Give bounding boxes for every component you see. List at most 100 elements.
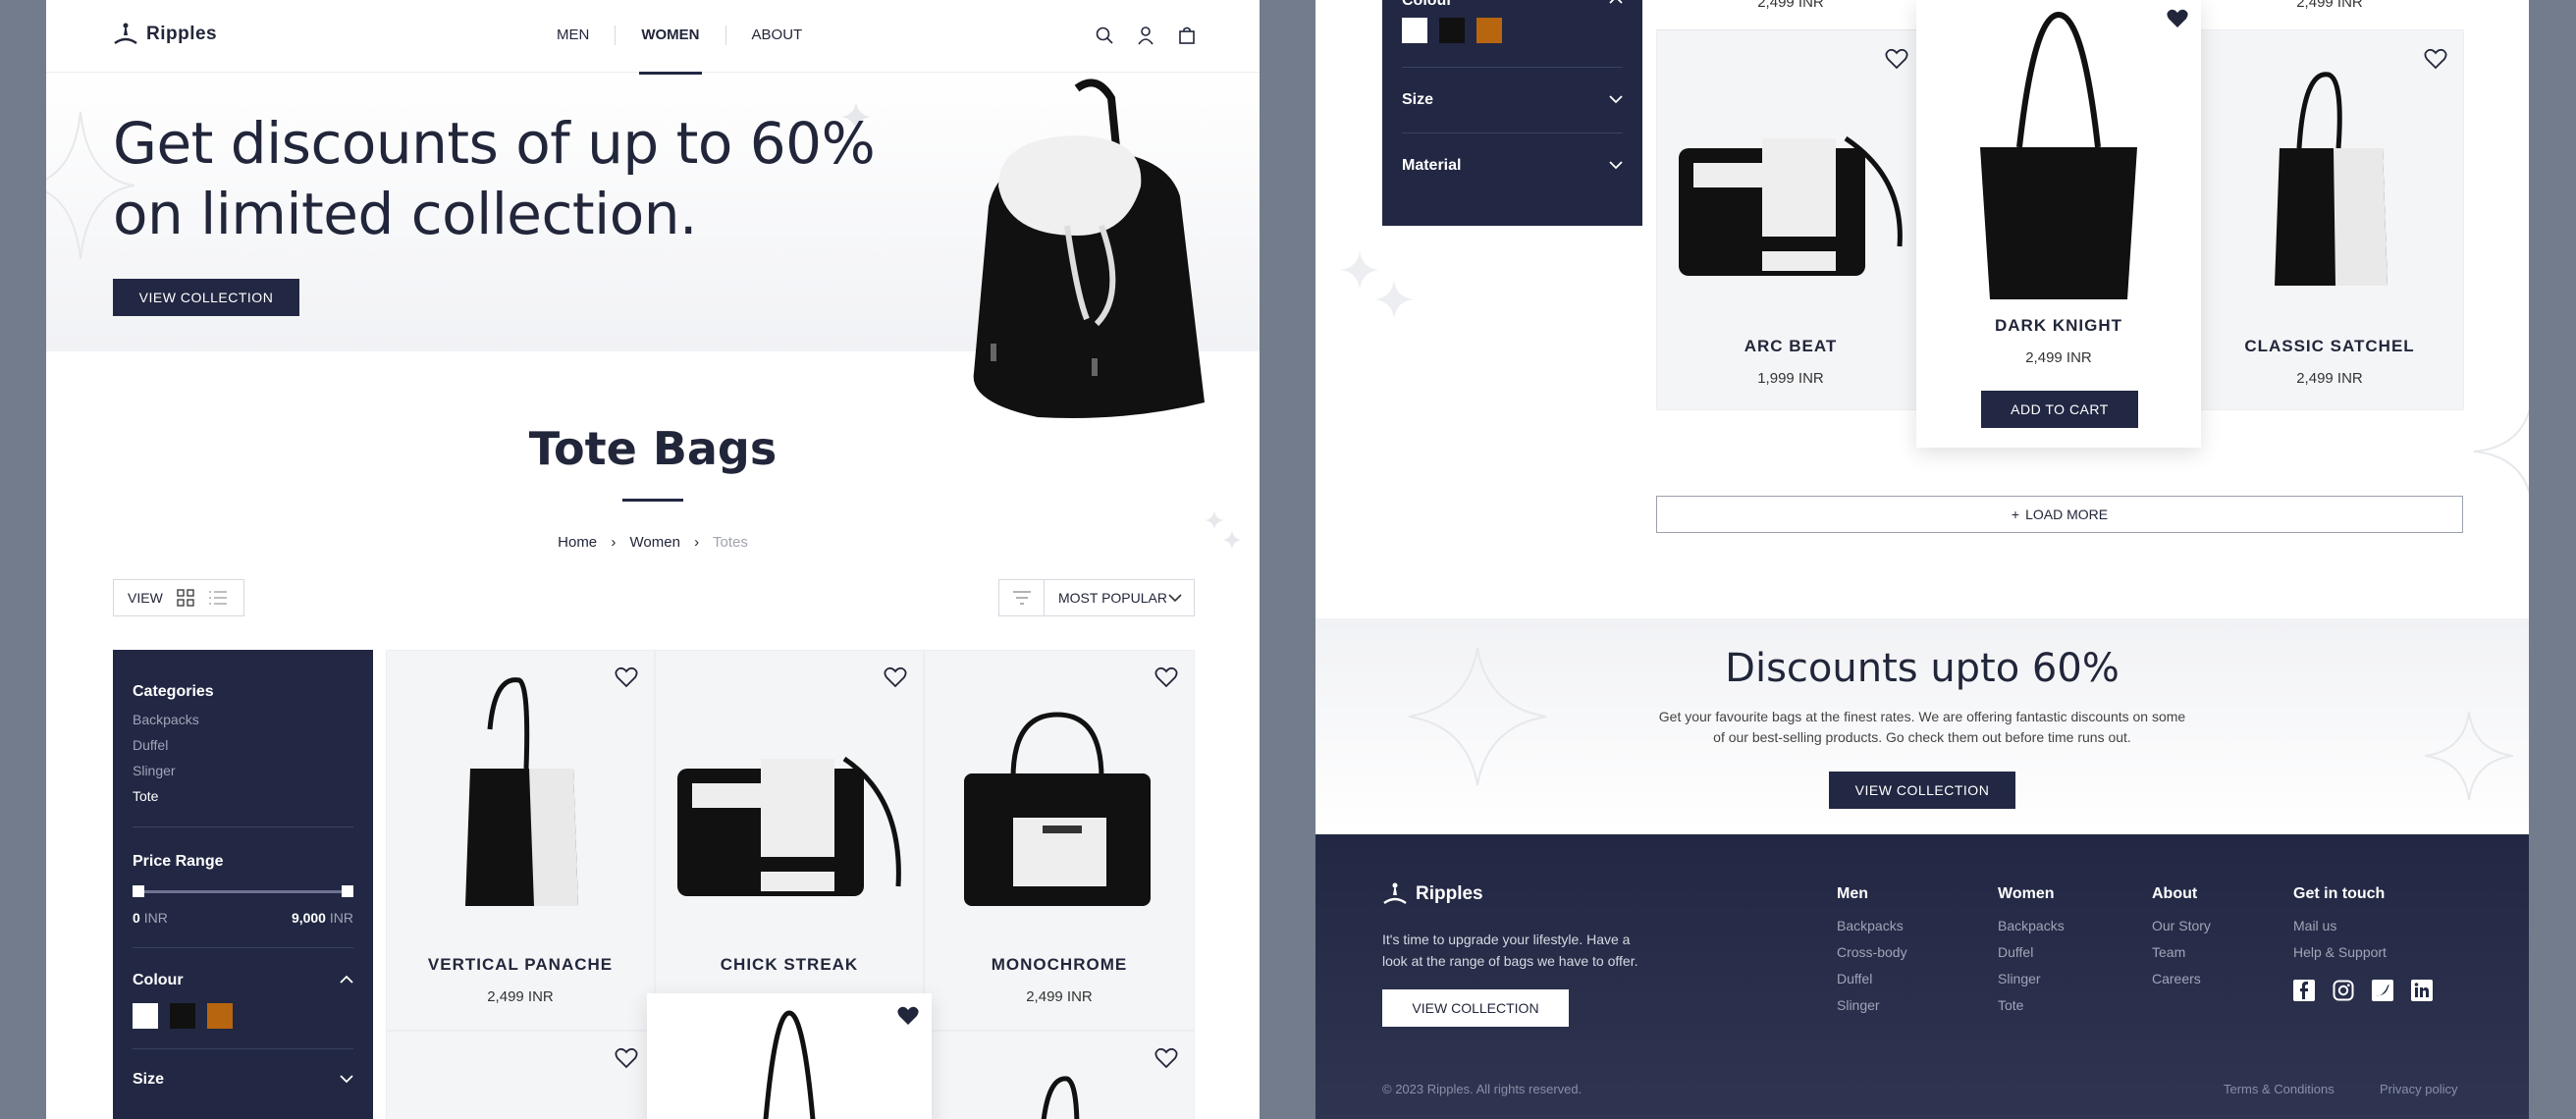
product-card-partial[interactable]	[386, 1031, 655, 1119]
twitter-icon[interactable]	[2372, 980, 2393, 1001]
cart-icon[interactable]	[1177, 26, 1197, 45]
discount-view-collection-button[interactable]: VIEW COLLECTION	[1829, 772, 2015, 809]
nav-women[interactable]: WOMEN	[616, 26, 726, 75]
product-price-partial: 2,499 INR	[2296, 0, 2363, 11]
size-header[interactable]: Size	[133, 1071, 353, 1089]
colour-swatches	[133, 1003, 353, 1029]
category-slinger[interactable]: Slinger	[133, 758, 353, 783]
ripples-logo-icon	[114, 23, 137, 45]
footer-link[interactable]: Help & Support	[2293, 939, 2433, 966]
filter-icon[interactable]	[999, 580, 1045, 615]
breadcrumb-home[interactable]: Home	[558, 534, 597, 551]
price-slider[interactable]	[133, 882, 353, 902]
colour-header[interactable]: Colour	[133, 972, 353, 989]
footer-link[interactable]: Backpacks	[1837, 913, 1907, 939]
price-max: 9,000	[291, 910, 326, 926]
heart-filled-icon[interactable]	[2166, 8, 2189, 29]
discount-title: Discounts upto 60%	[1725, 646, 2120, 691]
swatch-black[interactable]	[1439, 18, 1465, 43]
footer-link[interactable]: Slinger	[1998, 966, 2065, 992]
footer-logo[interactable]: Ripples	[1382, 881, 1483, 907]
product-image	[2275, 72, 2388, 286]
hero-title: Get discounts of up to 60% on limited col…	[113, 108, 898, 249]
product-price-partial: 2,499 INR	[1757, 0, 1824, 11]
colour-swatches	[1402, 18, 1623, 43]
category-tote[interactable]: Tote	[133, 783, 353, 809]
product-card-dark-knight[interactable]: DARK KNIGHT 2,499 INR ADD TO CART	[1916, 0, 2201, 448]
product-card-partial[interactable]	[924, 1031, 1195, 1119]
footer-link[interactable]: Slinger	[1837, 992, 1907, 1019]
colour-header[interactable]: Colour	[1402, 0, 1623, 10]
footer-view-collection-button[interactable]: VIEW COLLECTION	[1382, 989, 1569, 1027]
footer-link[interactable]: Cross-body	[1837, 939, 1907, 966]
load-more-button[interactable]: + LOAD MORE	[1656, 496, 2463, 533]
footer-link[interactable]: Careers	[2152, 966, 2211, 992]
swatch-tan[interactable]	[207, 1003, 233, 1029]
heart-icon[interactable]	[884, 666, 907, 688]
product-card-arc-beat[interactable]: ARC BEAT 1,999 INR	[1656, 29, 1925, 410]
footer-col-title: Get in touch	[2293, 885, 2386, 902]
terms-link[interactable]: Terms & Conditions	[2224, 1082, 2334, 1096]
swatch-white[interactable]	[133, 1003, 158, 1029]
add-to-cart-button[interactable]: ADD TO CART	[1981, 391, 2138, 428]
product-name: CLASSIC SATCHEL	[2244, 337, 2415, 355]
product-card-classic-satchel[interactable]: CLASSIC SATCHEL 2,499 INR	[2195, 29, 2464, 410]
footer-link[interactable]: Backpacks	[1998, 913, 2065, 939]
material-header[interactable]: Material	[1402, 157, 1623, 175]
footer-link[interactable]: Our Story	[2152, 913, 2211, 939]
hero-title-line1: Get discounts of up to 60%	[113, 110, 876, 177]
heart-icon[interactable]	[615, 666, 638, 688]
linkedin-icon[interactable]	[2411, 980, 2433, 1001]
nav-about[interactable]: ABOUT	[726, 26, 829, 45]
heart-icon[interactable]	[2424, 48, 2447, 70]
footer-col-women: Women Backpacks Duffel Slinger Tote	[1998, 885, 2065, 1019]
social-links	[2293, 980, 2433, 1001]
category-backpacks[interactable]: Backpacks	[133, 707, 353, 732]
sparkle-cluster-icon	[1340, 250, 1414, 319]
user-icon[interactable]	[1136, 26, 1155, 45]
product-price: 2,499 INR	[2296, 370, 2363, 387]
brand-logo[interactable]: Ripples	[113, 22, 217, 47]
size-header[interactable]: Size	[1402, 91, 1623, 109]
nav-men[interactable]: MEN	[531, 26, 617, 45]
instagram-icon[interactable]	[2333, 980, 2354, 1001]
footer-link[interactable]: Team	[2152, 939, 2211, 966]
grid-view-icon[interactable]	[177, 589, 194, 607]
sort-dropdown[interactable]: MOST POPULAR	[1045, 590, 1168, 606]
heart-icon[interactable]	[615, 1047, 638, 1069]
list-view-icon[interactable]	[208, 589, 228, 607]
heart-icon[interactable]	[1154, 1047, 1178, 1069]
product-card-chick-streak[interactable]: CHICK STREAK	[655, 650, 924, 1031]
filter-sidebar-continued: Colour Size Material	[1382, 0, 1642, 226]
footer-link[interactable]: Duffel	[1998, 939, 2065, 966]
footer-link[interactable]: Mail us	[2293, 913, 2433, 939]
chevron-down-icon	[1168, 590, 1194, 606]
size-heading: Size	[1402, 91, 1434, 108]
swatch-black[interactable]	[170, 1003, 195, 1029]
price-min-handle[interactable]	[133, 885, 144, 897]
product-price: 2,499 INR	[1026, 988, 1093, 1005]
heart-filled-icon[interactable]	[896, 1005, 920, 1027]
swatch-tan[interactable]	[1476, 18, 1502, 43]
heart-icon[interactable]	[1154, 666, 1178, 688]
price-heading: Price Range	[133, 853, 224, 870]
product-card-hovered[interactable]	[647, 993, 932, 1119]
footer-link[interactable]: Duffel	[1837, 966, 1907, 992]
hero-view-collection-button[interactable]: VIEW COLLECTION	[113, 279, 299, 316]
footer-col-men: Men Backpacks Cross-body Duffel Slinger	[1837, 885, 1907, 1019]
footer-col-title: Women	[1998, 885, 2055, 902]
breadcrumb-women[interactable]: Women	[630, 534, 680, 551]
heart-icon[interactable]	[1885, 48, 1908, 70]
footer-tagline-line1: It's time to upgrade your lifestyle. Hav…	[1382, 932, 1631, 947]
product-card-vertical-panache[interactable]: VERTICAL PANACHE 2,499 INR	[386, 650, 655, 1031]
material-heading: Material	[1402, 157, 1462, 174]
facebook-icon[interactable]	[2293, 980, 2315, 1001]
category-duffel[interactable]: Duffel	[133, 732, 353, 758]
product-card-monochrome[interactable]: MONOCHROME 2,499 INR	[924, 650, 1195, 1031]
footer-link[interactable]: Tote	[1998, 992, 2065, 1019]
search-icon[interactable]	[1095, 26, 1114, 45]
swatch-white[interactable]	[1402, 18, 1427, 43]
privacy-link[interactable]: Privacy policy	[2380, 1082, 2457, 1096]
price-max-handle[interactable]	[342, 885, 353, 897]
view-label: VIEW	[128, 590, 163, 606]
